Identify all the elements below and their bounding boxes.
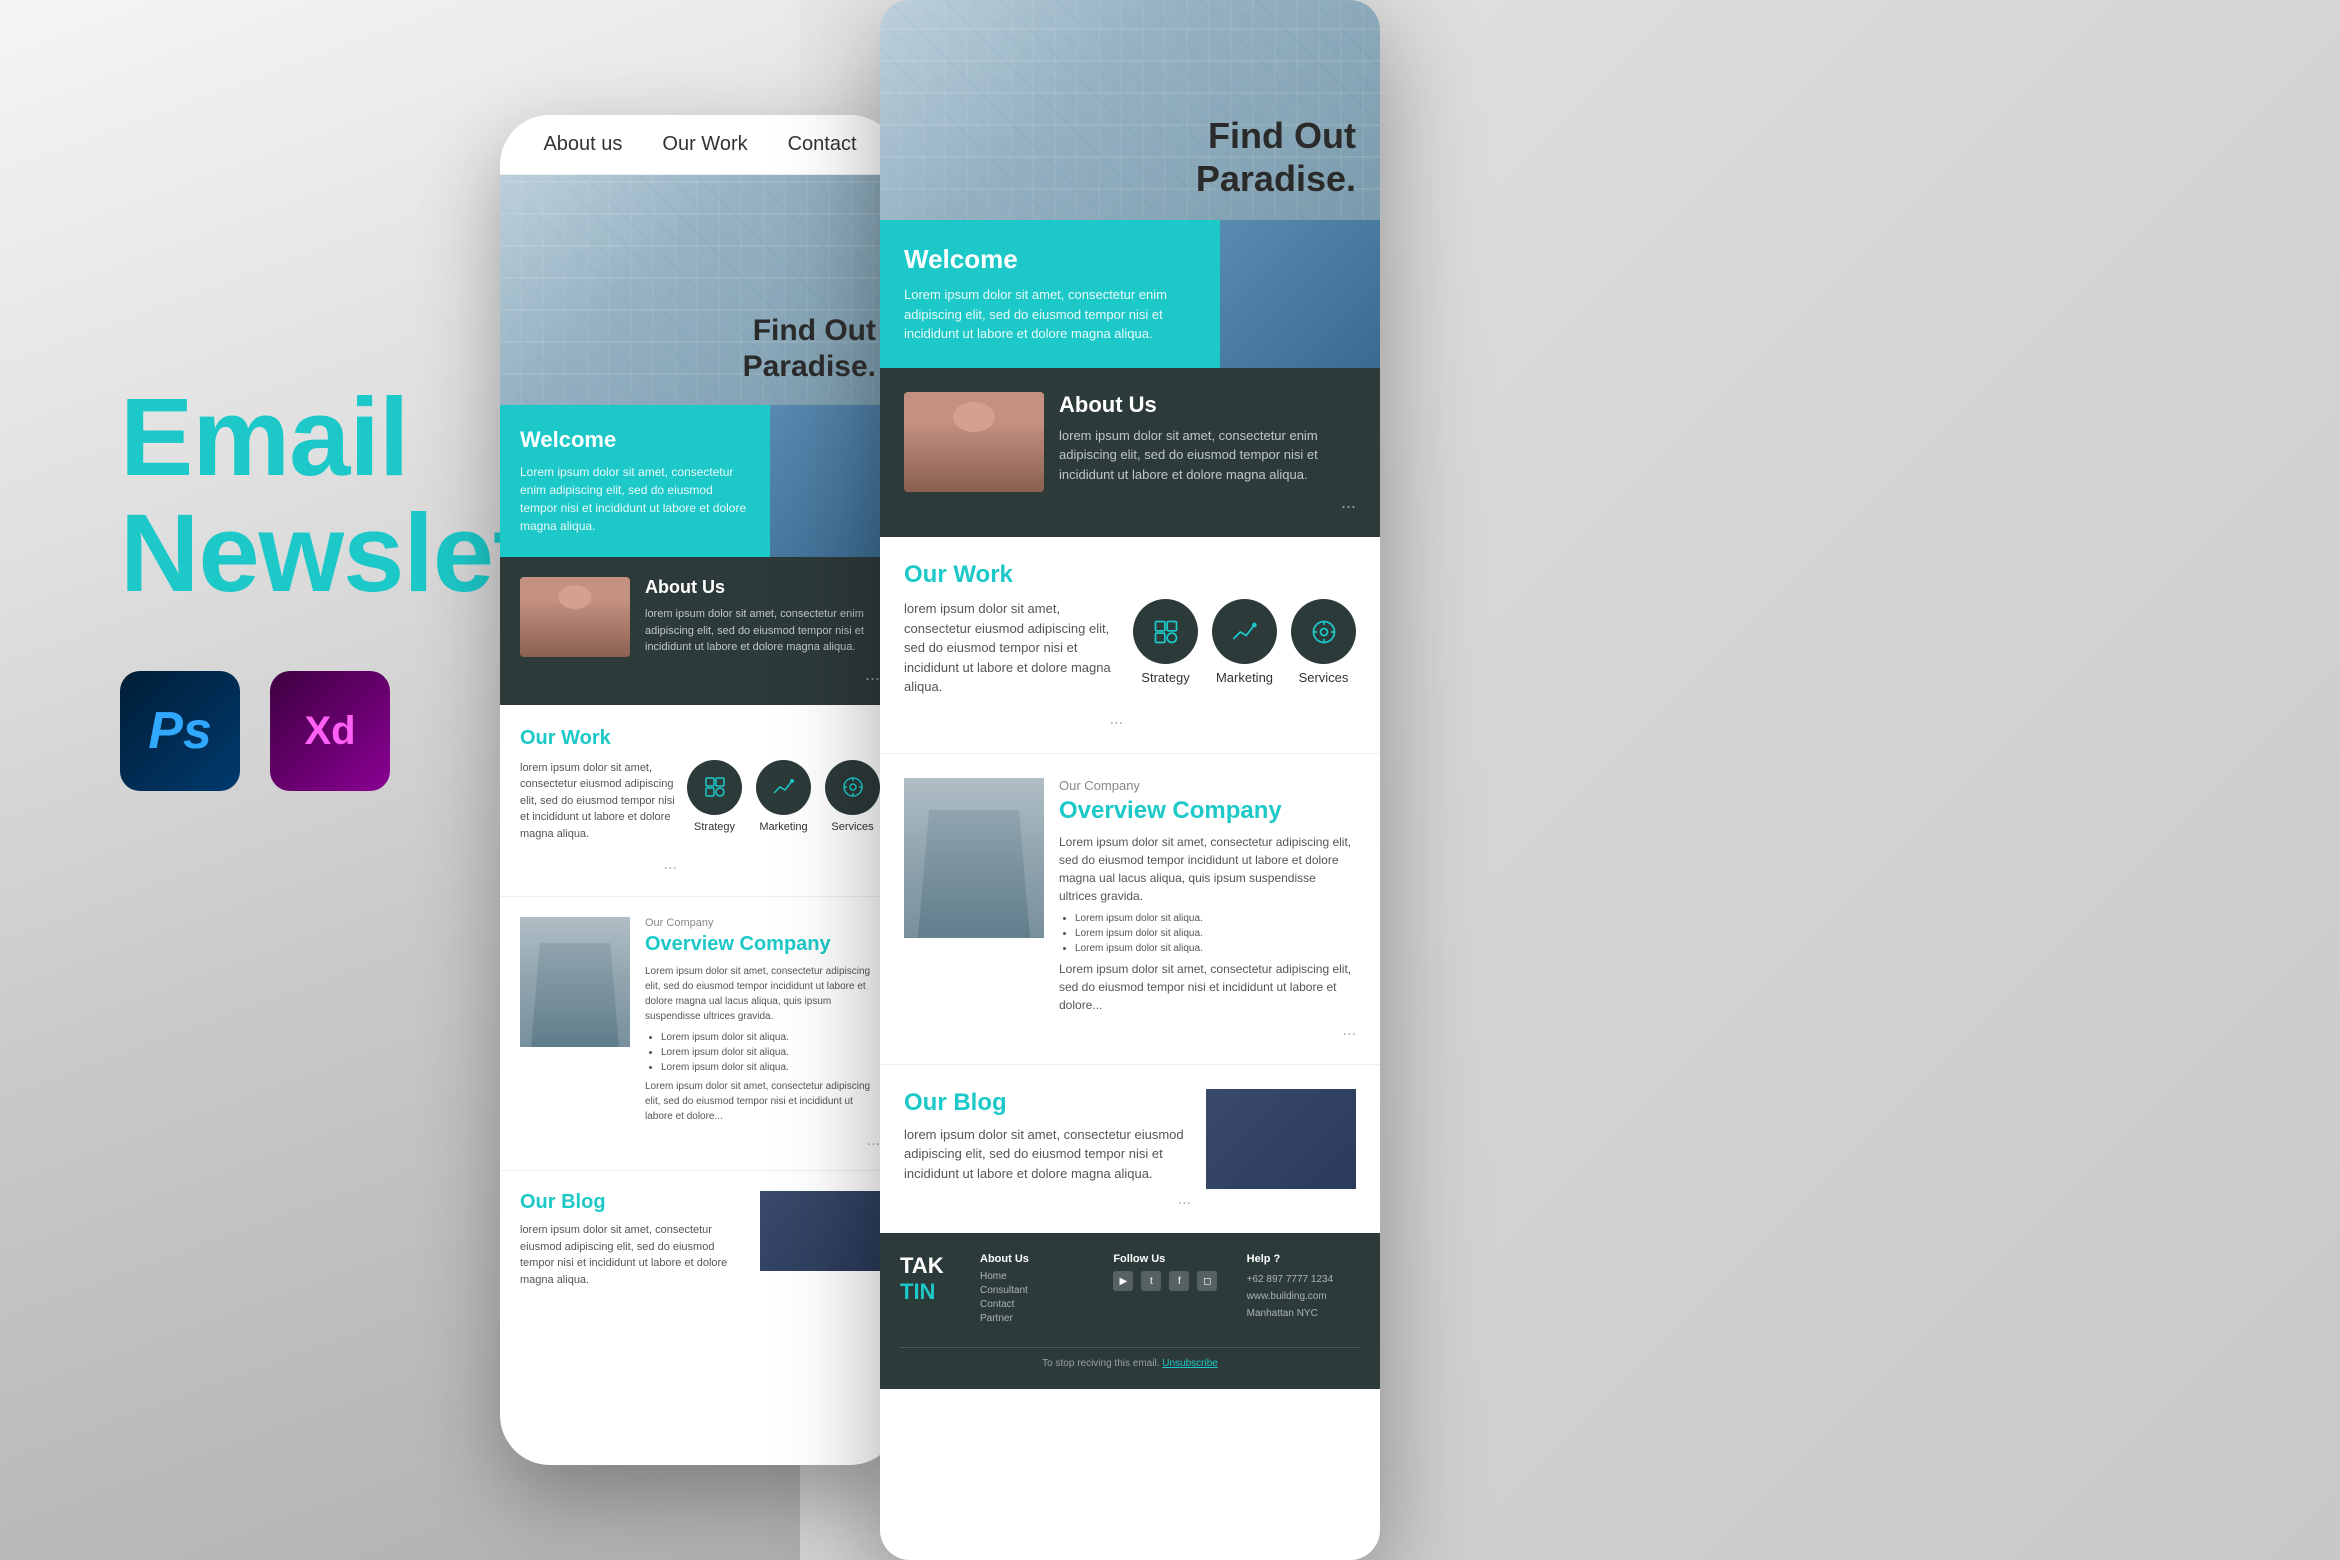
- blog-title-2: Our Blog: [904, 1089, 1191, 1117]
- work-icons-2: Strategy Marketing: [1133, 599, 1356, 685]
- xd-icon: Xd: [270, 671, 390, 791]
- email-nav-1: About us Our Work Contact: [500, 115, 900, 175]
- company-section-1: Our Company Overview Company Lorem ipsum…: [500, 896, 900, 1170]
- about-section-1: About Us lorem ipsum dolor sit amet, con…: [500, 557, 900, 705]
- company-body: Lorem ipsum dolor sit amet, consectetur …: [645, 964, 880, 1024]
- company-list-item-2: Lorem ipsum dolor sit aliqua.: [1075, 913, 1356, 924]
- company-body-2: Lorem ipsum dolor sit amet, consectetur …: [1059, 833, 1356, 905]
- footer-col-social: Follow Us ▶ t f ◻: [1113, 1253, 1226, 1327]
- footer-logo-2: TAKTIN: [900, 1253, 960, 1327]
- company-list-item: Lorem ipsum dolor sit aliqua.: [661, 1062, 880, 1073]
- company-image: [520, 917, 630, 1047]
- work-icon-services-2: Services: [1291, 599, 1356, 685]
- our-work-title: Our Work: [520, 727, 880, 750]
- welcome-body: Lorem ipsum dolor sit amet, consectetur …: [520, 463, 750, 535]
- youtube-icon[interactable]: ▶: [1113, 1271, 1133, 1291]
- about-image-2: [904, 392, 1044, 492]
- footer-col-help: Help ? +62 897 7777 1234www.building.com…: [1247, 1253, 1360, 1327]
- company-list-item-2: Lorem ipsum dolor sit aliqua.: [1075, 943, 1356, 954]
- footer-contact-info: +62 897 7777 1234www.building.comManhatt…: [1247, 1271, 1360, 1322]
- phone-mockup-1: About us Our Work Contact Find OutParadi…: [500, 115, 900, 1465]
- welcome-text-2: Welcome Lorem ipsum dolor sit amet, cons…: [880, 220, 1220, 368]
- photoshop-icon: Ps: [120, 671, 240, 791]
- footer-2: TAKTIN About Us Home Consultant Contact …: [880, 1233, 1380, 1389]
- about-body: lorem ipsum dolor sit amet, consectetur …: [645, 606, 880, 656]
- instagram-icon[interactable]: ◻: [1197, 1271, 1217, 1291]
- welcome-text: Welcome Lorem ipsum dolor sit amet, cons…: [500, 405, 770, 557]
- company-list: Lorem ipsum dolor sit aliqua. Lorem ipsu…: [645, 1032, 880, 1073]
- company-image-2: [904, 778, 1044, 938]
- welcome-title: Welcome: [520, 427, 750, 453]
- welcome-section-1: Welcome Lorem ipsum dolor sit amet, cons…: [500, 405, 900, 557]
- our-work-section-2: Our Work lorem ipsum dolor sit amet, con…: [880, 537, 1380, 753]
- our-work-title-2: Our Work: [904, 561, 1356, 589]
- company-dots-2: ...: [1059, 1022, 1356, 1040]
- about-text: About Us lorem ipsum dolor sit amet, con…: [645, 577, 880, 685]
- company-title: Overview Company: [645, 933, 880, 956]
- blog-text-2: Our Blog lorem ipsum dolor sit amet, con…: [904, 1089, 1191, 1210]
- nav-contact[interactable]: Contact: [788, 133, 857, 156]
- twitter-icon[interactable]: t: [1141, 1271, 1161, 1291]
- hero-section-2: Find OutParadise.: [880, 0, 1380, 220]
- our-work-body: lorem ipsum dolor sit amet, consectetur …: [520, 760, 677, 843]
- our-work-dots: ...: [520, 856, 677, 874]
- work-icon-strategy: Strategy: [687, 760, 742, 833]
- company-dots: ...: [645, 1132, 880, 1150]
- unsubscribe-link[interactable]: Unsubscribe: [1162, 1358, 1218, 1369]
- company-list-item: Lorem ipsum dolor sit aliqua.: [661, 1032, 880, 1043]
- our-work-dots-2: ...: [904, 711, 1123, 729]
- about-dots: ...: [645, 664, 880, 685]
- blog-section-1: Our Blog lorem ipsum dolor sit amet, con…: [500, 1170, 900, 1308]
- hero-title-2: Find OutParadise.: [1196, 114, 1356, 200]
- company-label: Our Company: [645, 917, 880, 929]
- nav-ourwork[interactable]: Our Work: [662, 133, 747, 156]
- about-title-2: About Us: [1059, 392, 1356, 418]
- work-icon-marketing-2: Marketing: [1212, 599, 1277, 685]
- our-work-section-1: Our Work lorem ipsum dolor sit amet, con…: [500, 705, 900, 897]
- footer-col-about: About Us Home Consultant Contact Partner: [980, 1253, 1093, 1327]
- work-icons: Strategy Marketing: [687, 760, 880, 833]
- company-list-2: Lorem ipsum dolor sit aliqua. Lorem ipsu…: [1059, 913, 1356, 954]
- blog-image-2: [1206, 1089, 1356, 1189]
- footer-unsubscribe: To stop reciving this email. Unsubscribe: [900, 1347, 1360, 1369]
- about-image: [520, 577, 630, 657]
- blog-section-2: Our Blog lorem ipsum dolor sit amet, con…: [880, 1064, 1380, 1234]
- about-title: About Us: [645, 577, 880, 598]
- blog-body: lorem ipsum dolor sit amet, consectetur …: [520, 1222, 745, 1288]
- company-body2-2: Lorem ipsum dolor sit amet, consectetur …: [1059, 960, 1356, 1014]
- blog-title: Our Blog: [520, 1191, 745, 1214]
- welcome-section-2: Welcome Lorem ipsum dolor sit amet, cons…: [880, 220, 1380, 368]
- our-work-body-2: lorem ipsum dolor sit amet, consectetur …: [904, 599, 1123, 697]
- welcome-body-2: Lorem ipsum dolor sit amet, consectetur …: [904, 285, 1196, 344]
- phone-mockup-2: Find OutParadise. Welcome Lorem ipsum do…: [880, 0, 1380, 1560]
- blog-dots-2: ...: [904, 1191, 1191, 1209]
- company-section-2: Our Company Overview Company Lorem ipsum…: [880, 753, 1380, 1064]
- blog-body-2: lorem ipsum dolor sit amet, consectetur …: [904, 1125, 1191, 1184]
- about-body-2: lorem ipsum dolor sit amet, consectetur …: [1059, 426, 1356, 485]
- welcome-image-2: [1220, 220, 1380, 368]
- company-body2: Lorem ipsum dolor sit amet, consectetur …: [645, 1079, 880, 1124]
- company-label-2: Our Company: [1059, 778, 1356, 793]
- company-list-item: Lorem ipsum dolor sit aliqua.: [661, 1047, 880, 1058]
- welcome-title-2: Welcome: [904, 244, 1196, 275]
- about-dots-2: ...: [1059, 492, 1356, 513]
- about-text-2: About Us lorem ipsum dolor sit amet, con…: [1059, 392, 1356, 514]
- hero-title-1: Find OutParadise.: [743, 313, 876, 385]
- work-icon-strategy-2: Strategy: [1133, 599, 1198, 685]
- blog-image: [760, 1191, 880, 1271]
- social-links: ▶ t f ◻: [1113, 1271, 1226, 1291]
- company-list-item-2: Lorem ipsum dolor sit aliqua.: [1075, 928, 1356, 939]
- company-text-2: Our Company Overview Company Lorem ipsum…: [1059, 778, 1356, 1040]
- hero-section-1: Find OutParadise.: [500, 175, 900, 405]
- company-text: Our Company Overview Company Lorem ipsum…: [645, 917, 880, 1150]
- nav-about[interactable]: About us: [543, 133, 622, 156]
- facebook-icon[interactable]: f: [1169, 1271, 1189, 1291]
- about-section-2: About Us lorem ipsum dolor sit amet, con…: [880, 368, 1380, 538]
- work-icon-services: Services: [825, 760, 880, 833]
- work-icon-marketing: Marketing: [756, 760, 811, 833]
- blog-text: Our Blog lorem ipsum dolor sit amet, con…: [520, 1191, 745, 1288]
- company-title-2: Overview Company: [1059, 797, 1356, 825]
